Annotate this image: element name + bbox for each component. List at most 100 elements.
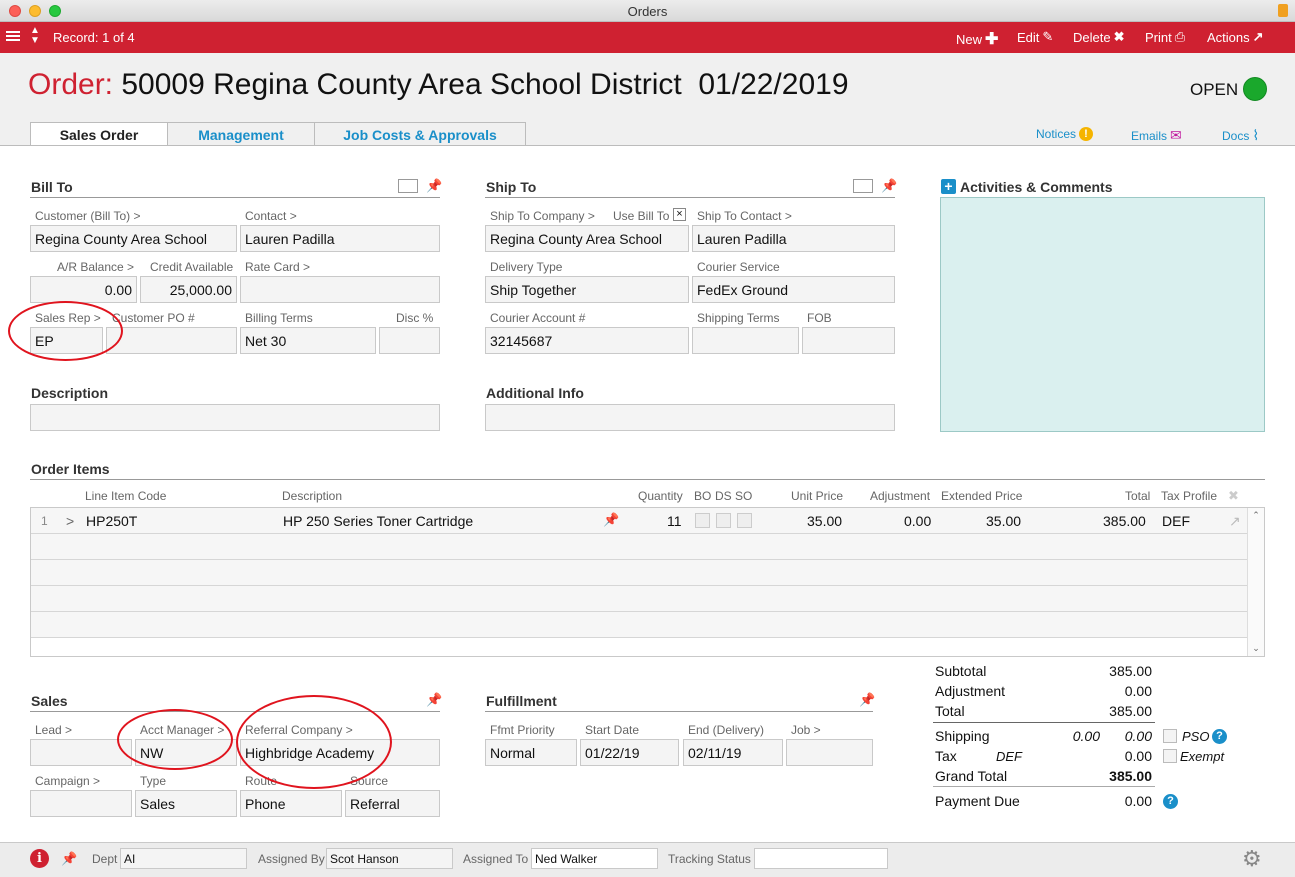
route-field[interactable]: Phone <box>240 790 342 817</box>
row-total: 385.00 <box>1103 513 1146 529</box>
table-row[interactable] <box>31 586 1247 612</box>
description-field[interactable] <box>30 404 440 431</box>
order-items-divider <box>30 479 1265 480</box>
pin-icon[interactable]: 📌 <box>881 178 897 194</box>
help-icon[interactable]: ? <box>1212 729 1227 744</box>
delivery-type-label: Delivery Type <box>490 260 563 274</box>
row-tax-profile[interactable]: DEF <box>1162 513 1190 529</box>
lead-label[interactable]: Lead > <box>35 723 72 737</box>
grand-total-divider <box>933 786 1155 787</box>
pin-icon[interactable]: 📌 <box>61 851 77 867</box>
courier-account-field[interactable]: 32145687 <box>485 327 689 354</box>
delete-label: Delete <box>1073 29 1111 45</box>
fob-field[interactable] <box>802 327 895 354</box>
activities-panel[interactable] <box>940 197 1265 432</box>
scroll-down-icon[interactable]: ⌄ <box>1248 643 1264 654</box>
ship-to-company-field[interactable]: Regina County Area School <box>485 225 689 252</box>
delete-button[interactable]: Delete ✖ <box>1073 29 1124 45</box>
ar-balance-label[interactable]: A/R Balance > <box>57 260 134 274</box>
table-row[interactable] <box>31 612 1247 638</box>
contact-field[interactable]: Lauren Padilla <box>240 225 440 252</box>
tab-job-costs-approvals[interactable]: Job Costs & Approvals <box>314 122 526 146</box>
table-row[interactable] <box>31 534 1247 560</box>
address-card-icon[interactable] <box>398 179 418 193</box>
row-code[interactable]: HP250T <box>86 513 137 529</box>
shipping-cost[interactable]: 0.00 <box>1040 728 1100 744</box>
col-header-bo: BO <box>694 489 712 503</box>
pso-label: PSO <box>1182 729 1210 744</box>
pin-icon[interactable]: 📌 <box>603 512 619 528</box>
customer-field[interactable]: Regina County Area School <box>30 225 237 252</box>
grand-total-label: Grand Total <box>935 768 1008 784</box>
new-button[interactable]: New ✚ <box>956 29 998 49</box>
shipping-terms-field[interactable] <box>692 327 799 354</box>
source-field[interactable]: Referral <box>345 790 440 817</box>
assigned-to-field[interactable]: Ned Walker <box>531 848 658 869</box>
sales-divider <box>30 711 440 712</box>
rate-card-label[interactable]: Rate Card > <box>245 260 310 274</box>
job-field[interactable] <box>786 739 873 766</box>
row-quantity[interactable]: 11 <box>667 513 682 529</box>
print-button[interactable]: Print ⎙ <box>1145 29 1185 45</box>
help-icon[interactable]: ? <box>1163 794 1178 809</box>
rate-card-field[interactable] <box>240 276 440 303</box>
pin-icon[interactable]: 📌 <box>426 178 442 194</box>
gear-icon[interactable]: ⚙ <box>1242 848 1262 870</box>
pso-checkbox[interactable] <box>1163 729 1177 743</box>
tab-management[interactable]: Management <box>167 122 315 146</box>
address-card-icon[interactable] <box>853 179 873 193</box>
exempt-checkbox[interactable] <box>1163 749 1177 763</box>
type-field[interactable]: Sales <box>135 790 237 817</box>
scroll-up-icon[interactable]: ⌃ <box>1248 510 1264 521</box>
row-arrow-icon[interactable]: ↗ <box>1229 513 1241 530</box>
record-up-down-icon[interactable]: ▲ ▼ <box>30 26 40 46</box>
info-icon[interactable]: i <box>30 849 49 868</box>
disc-field[interactable] <box>379 327 440 354</box>
order-items-scrollbar[interactable]: ⌃ ⌄ <box>1247 508 1264 656</box>
add-activity-icon[interactable]: + <box>941 179 956 194</box>
courier-service-field[interactable]: FedEx Ground <box>692 276 895 303</box>
pin-icon[interactable]: 📌 <box>859 692 875 708</box>
docs-link[interactable]: Docs ⌇ <box>1222 127 1259 144</box>
customer-po-field[interactable] <box>106 327 237 354</box>
table-row[interactable] <box>31 560 1247 586</box>
ship-to-contact-label[interactable]: Ship To Contact > <box>697 209 792 223</box>
delivery-type-field[interactable]: Ship Together <box>485 276 689 303</box>
actions-button[interactable]: Actions ↗ <box>1207 29 1264 45</box>
shipping-value[interactable]: 0.00 <box>1092 728 1152 744</box>
so-checkbox[interactable] <box>737 513 752 528</box>
campaign-label[interactable]: Campaign > <box>35 774 100 788</box>
dept-field[interactable]: AI <box>120 848 247 869</box>
bo-checkbox[interactable] <box>695 513 710 528</box>
pin-icon[interactable]: 📌 <box>426 692 442 708</box>
notices-link[interactable]: Notices! <box>1036 127 1094 141</box>
billing-terms-label: Billing Terms <box>245 311 313 325</box>
menu-icon[interactable] <box>6 29 20 45</box>
row-unit-price[interactable]: 35.00 <box>807 513 842 529</box>
row-adjustment[interactable]: 0.00 <box>904 513 931 529</box>
use-bill-to-checkbox[interactable]: × <box>673 208 686 221</box>
campaign-field[interactable] <box>30 790 132 817</box>
tab-sales-order[interactable]: Sales Order <box>30 122 168 147</box>
ship-to-contact-field[interactable]: Lauren Padilla <box>692 225 895 252</box>
job-label[interactable]: Job > <box>791 723 821 737</box>
clear-columns-icon[interactable]: ✖ <box>1228 488 1239 504</box>
x-icon: ✖ <box>1113 29 1125 44</box>
row-expand-icon[interactable]: > <box>66 513 74 529</box>
ship-to-company-label[interactable]: Ship To Company > <box>490 209 595 223</box>
end-date-field[interactable]: 02/11/19 <box>683 739 783 766</box>
courier-service-label: Courier Service <box>697 260 780 274</box>
billing-terms-field[interactable]: Net 30 <box>240 327 376 354</box>
ds-checkbox[interactable] <box>716 513 731 528</box>
emails-link[interactable]: Emails ✉ <box>1131 127 1182 144</box>
row-description[interactable]: HP 250 Series Toner Cartridge <box>283 513 473 529</box>
tracking-status-field[interactable] <box>754 848 888 869</box>
priority-field[interactable]: Normal <box>485 739 577 766</box>
customer-label[interactable]: Customer (Bill To) > <box>35 209 140 223</box>
start-date-field[interactable]: 01/22/19 <box>580 739 679 766</box>
table-row[interactable]: 1 > HP250T HP 250 Series Toner Cartridge… <box>31 508 1247 534</box>
contact-label[interactable]: Contact > <box>245 209 297 223</box>
pencil-icon: ✎ <box>1042 29 1054 44</box>
edit-button[interactable]: Edit ✎ <box>1017 29 1053 45</box>
additional-info-field[interactable] <box>485 404 895 431</box>
